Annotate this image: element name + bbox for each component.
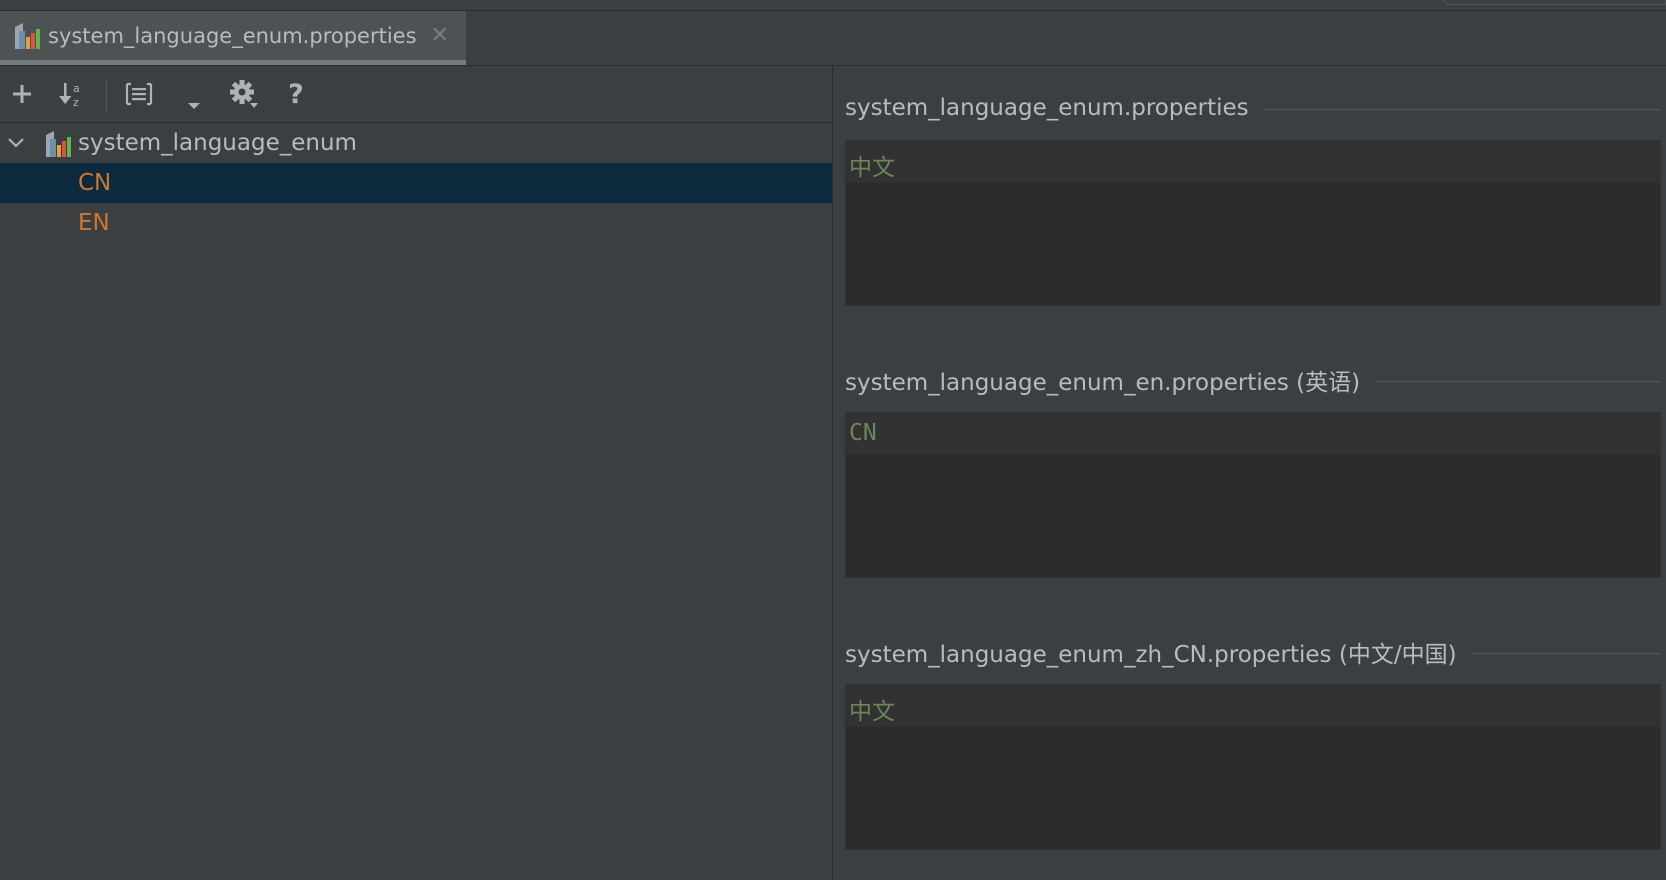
current-line-highlight <box>846 413 1660 455</box>
section-header: system_language_enum.properties <box>845 90 1661 126</box>
chevron-down-icon[interactable] <box>6 133 26 153</box>
sort-alphabetically-icon: a z <box>59 82 80 109</box>
settings-button[interactable] <box>226 76 262 112</box>
tree-root-row[interactable]: system_language_enum <box>0 123 832 163</box>
value-text: 中文 <box>849 155 895 181</box>
section-title: system_language_enum.properties <box>845 95 1263 121</box>
gear-icon <box>230 80 258 108</box>
svg-text:z: z <box>73 96 79 109</box>
group-by-button[interactable] <box>121 76 157 112</box>
dropdown-arrow-icon <box>188 103 200 109</box>
locale-section-zh-cn: system_language_enum_zh_CN.properties (中… <box>845 634 1661 850</box>
tree-toolbar: a z ? <box>0 66 832 123</box>
current-line-highlight <box>846 141 1660 183</box>
tree-root-label: system_language_enum <box>78 130 357 156</box>
toolbar-separator <box>106 78 107 112</box>
resource-bundle-icon <box>46 131 71 157</box>
tab-properties-file[interactable]: system_language_enum.properties ✕ <box>0 11 466 65</box>
locale-section-en: system_language_enum_en.properties (英语) … <box>845 362 1661 578</box>
locale-section-default: system_language_enum.properties 中文 <box>845 90 1661 306</box>
value-text: 中文 <box>849 699 895 725</box>
value-text: CN <box>849 420 877 446</box>
section-divider <box>1470 652 1661 654</box>
tree-key-label: EN <box>78 210 110 236</box>
help-button[interactable]: ? <box>278 76 314 112</box>
title-strip <box>0 0 1666 11</box>
search-field-fragment[interactable] <box>1444 0 1666 5</box>
tree-key-row[interactable]: CN <box>0 163 832 203</box>
editor-tab-bar: system_language_enum.properties ✕ <box>0 11 1666 66</box>
svg-text:a: a <box>73 82 80 95</box>
add-icon <box>13 85 31 103</box>
section-title: system_language_enum_en.properties (英语) <box>845 363 1375 397</box>
tree-key-label: CN <box>78 170 112 196</box>
section-divider <box>1262 108 1661 110</box>
tree-key-row[interactable]: EN <box>0 203 832 243</box>
value-editor[interactable]: 中文 <box>845 140 1661 306</box>
sort-alphabetically-button[interactable]: a z <box>54 76 90 112</box>
properties-file-icon <box>15 22 40 49</box>
current-line-highlight <box>846 685 1660 727</box>
help-icon: ? <box>288 78 304 110</box>
value-editor[interactable]: 中文 <box>845 684 1661 850</box>
value-editor[interactable]: CN <box>845 412 1661 578</box>
tab-label: system_language_enum.properties <box>48 23 417 48</box>
section-title: system_language_enum_zh_CN.properties (中… <box>845 635 1471 669</box>
add-property-button[interactable] <box>4 76 40 112</box>
group-options-dropdown[interactable] <box>184 96 204 116</box>
section-header: system_language_enum_zh_CN.properties (中… <box>845 634 1661 670</box>
group-icon <box>125 82 153 106</box>
resource-bundle-tree-panel: a z ? system_language_enum CN EN <box>0 66 833 880</box>
properties-tree: system_language_enum CN EN <box>0 123 832 243</box>
property-values-panel: system_language_enum.properties 中文 syste… <box>833 66 1666 880</box>
section-divider <box>1374 380 1661 382</box>
close-tab-icon[interactable]: ✕ <box>431 23 449 48</box>
section-header: system_language_enum_en.properties (英语) <box>845 362 1661 398</box>
